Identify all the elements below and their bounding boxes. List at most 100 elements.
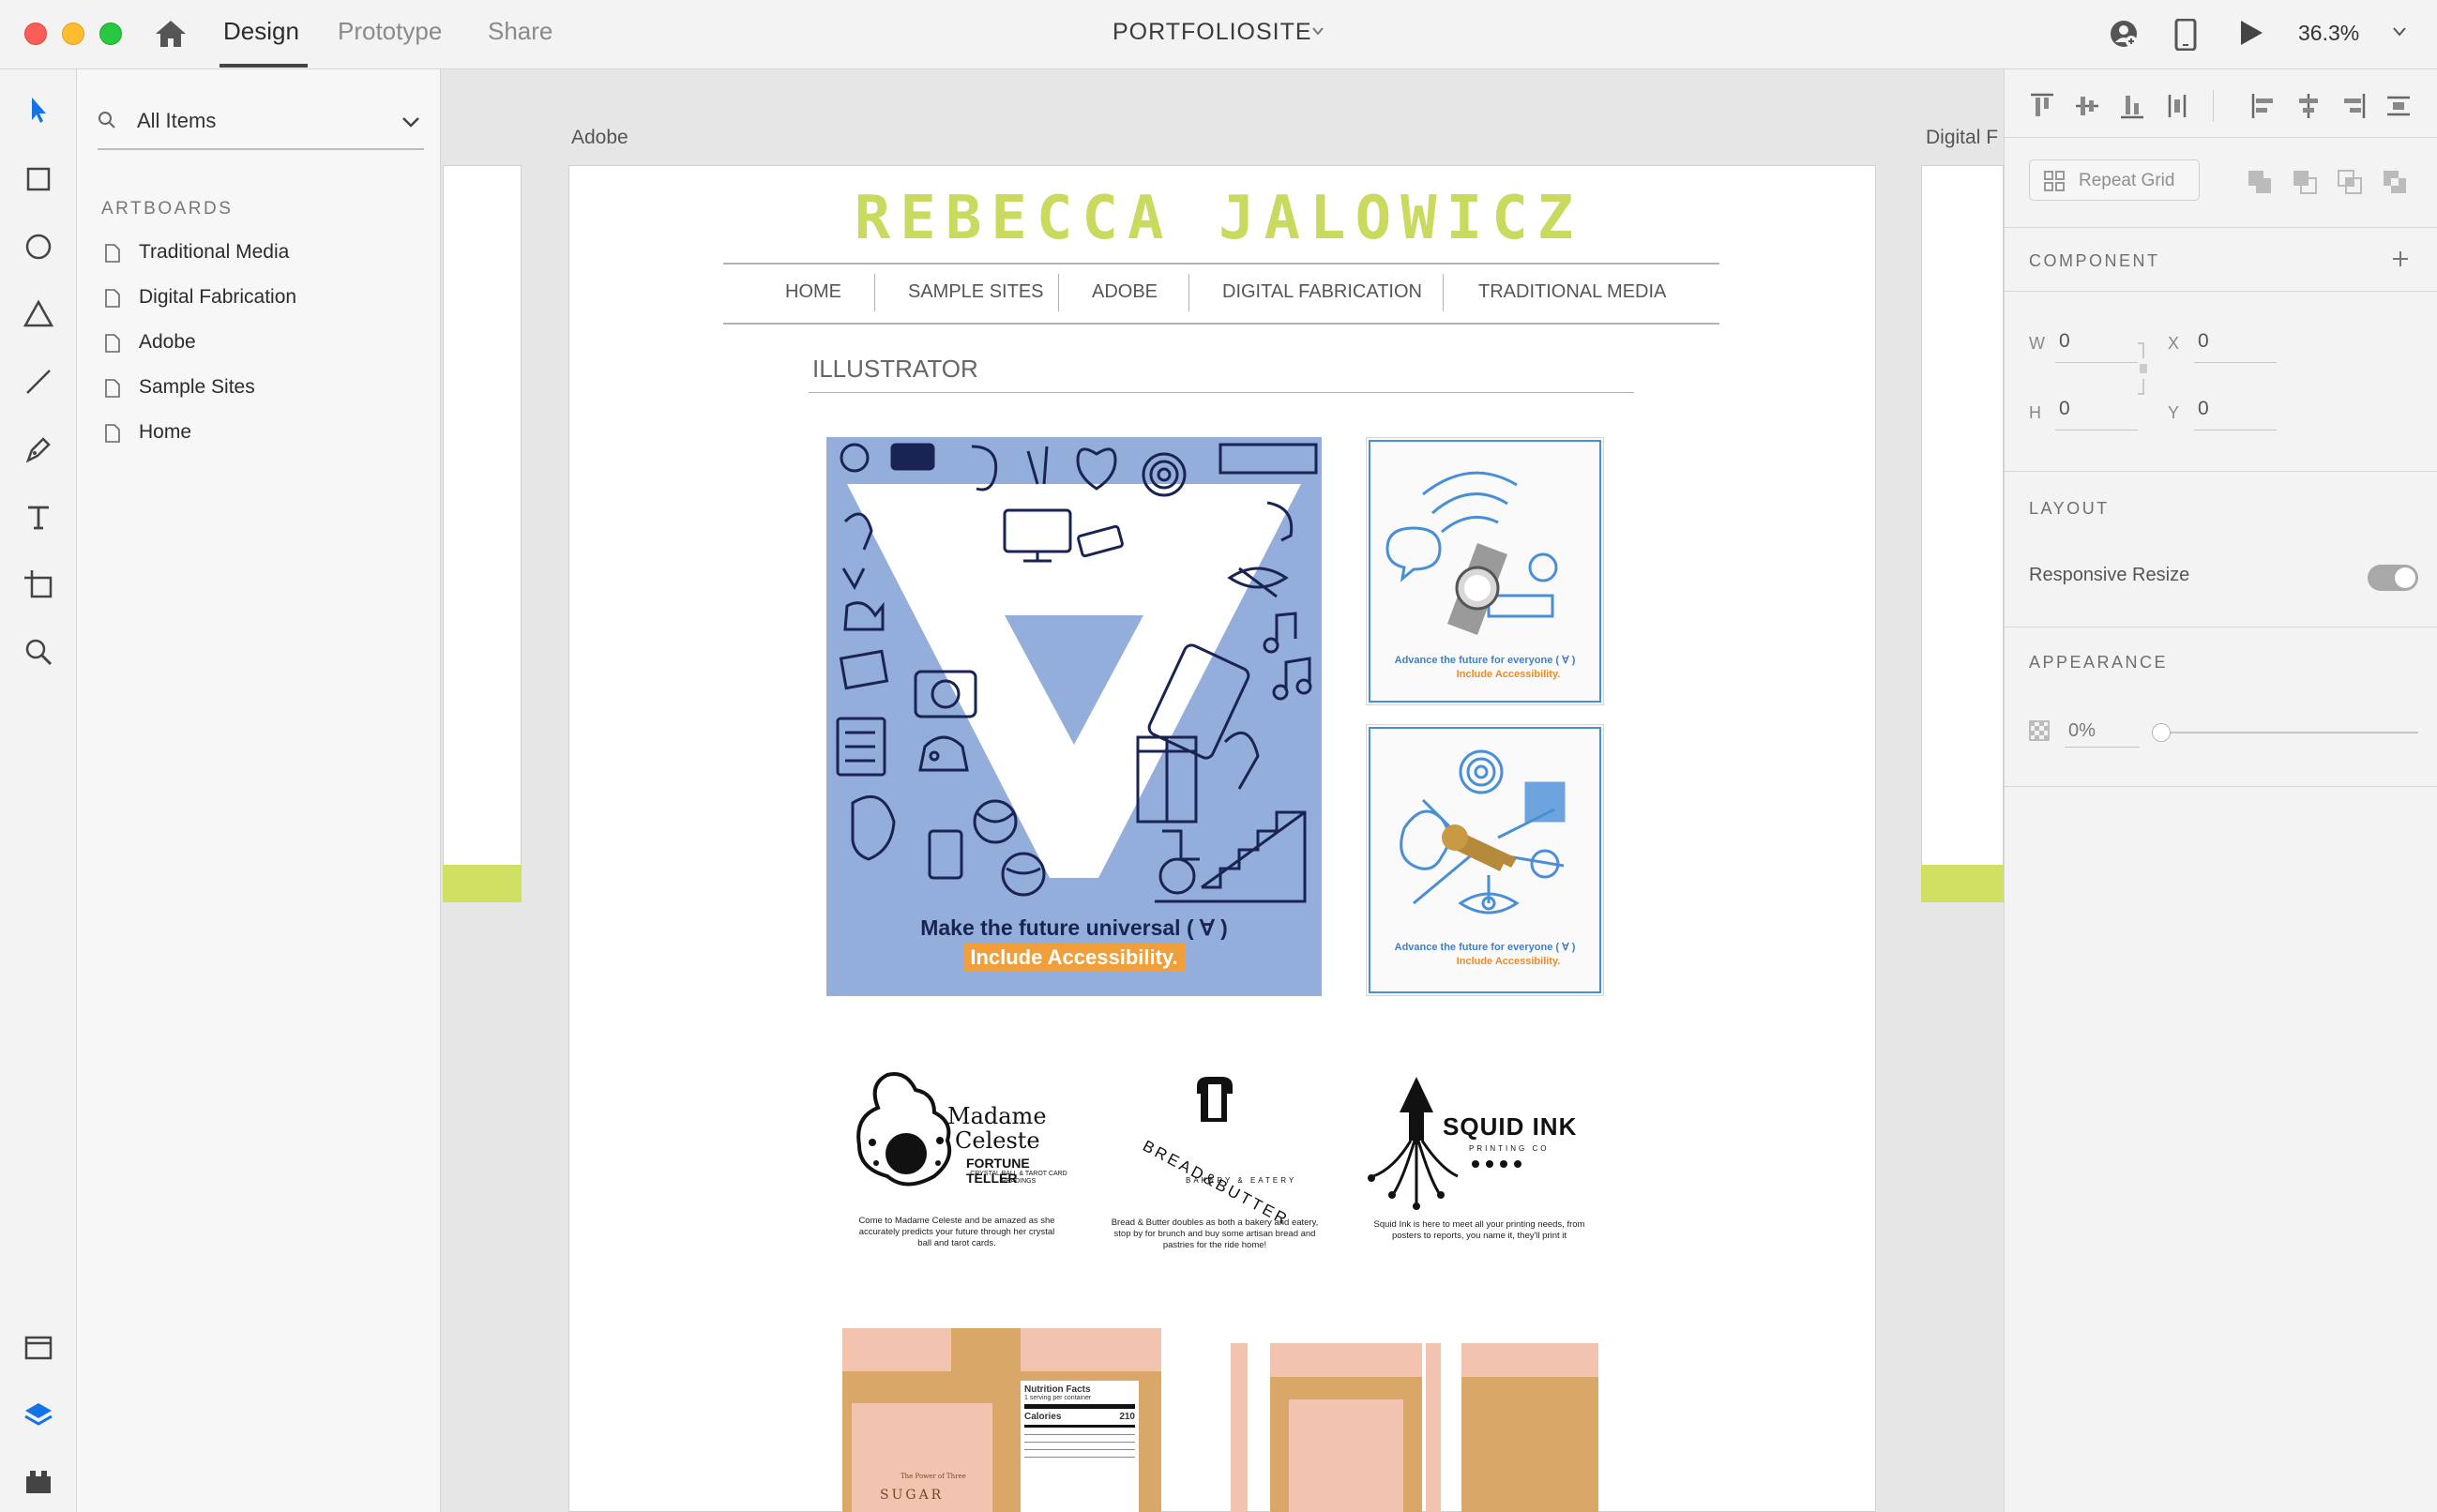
artboard-left-partial[interactable] — [443, 165, 522, 902]
opacity-slider-track[interactable] — [2154, 732, 2418, 733]
share-user-icon[interactable] — [2109, 19, 2139, 49]
small-poster-caption-line2: Include Accessibility. — [1456, 956, 1561, 967]
boolean-intersect-icon[interactable] — [2337, 169, 2363, 195]
responsive-resize-toggle[interactable] — [2368, 565, 2418, 591]
align-middle-icon[interactable] — [2074, 92, 2100, 120]
assets-panel-icon[interactable] — [21, 1330, 56, 1366]
text-tool-icon[interactable] — [21, 499, 56, 535]
pen-tool-icon[interactable] — [21, 431, 56, 467]
opacity-field[interactable]: 0% — [2068, 720, 2096, 742]
zoom-chevron-icon[interactable] — [2392, 26, 2407, 38]
line-tool-icon[interactable] — [21, 364, 56, 400]
nav-bottom-rule — [723, 323, 1719, 325]
poster-caption-line2: Include Accessibility. — [963, 944, 1185, 972]
tab-prototype[interactable]: Prototype — [338, 17, 442, 46]
layers-panel-icon[interactable] — [21, 1398, 56, 1433]
search-filter-input[interactable]: All Items — [137, 109, 216, 133]
plugins-icon[interactable] — [21, 1465, 56, 1501]
home-icon[interactable] — [154, 19, 188, 49]
nav-digital-fabrication[interactable]: DIGITAL FABRICATION — [1222, 281, 1422, 303]
layout-heading: LAYOUT — [2029, 499, 2110, 518]
y-field-underline — [2194, 430, 2277, 431]
tab-share[interactable]: Share — [488, 17, 552, 46]
active-tab-indicator — [219, 64, 308, 68]
x-field-underline — [2194, 362, 2277, 363]
artboard-tool-icon[interactable] — [21, 567, 56, 602]
align-left-icon[interactable] — [2250, 92, 2277, 120]
align-divider — [2213, 90, 2214, 122]
filter-chevron-down-icon[interactable] — [401, 116, 420, 128]
artboard-label-adobe[interactable]: Adobe — [571, 127, 628, 149]
x-label: X — [2168, 334, 2180, 353]
artboard-item-label: Sample Sites — [139, 376, 255, 398]
bag-front-dieline[interactable] — [1270, 1343, 1422, 1512]
align-bottom-icon[interactable] — [2119, 92, 2145, 120]
nav-top-rule — [723, 263, 1719, 265]
x-field[interactable]: 0 — [2198, 330, 2209, 353]
artboard-page-icon — [105, 289, 120, 308]
artboard-right-partial[interactable] — [1921, 165, 2004, 902]
lock-aspect-icon[interactable] — [2136, 341, 2147, 396]
box-subtitle: The Power of Three — [901, 1473, 966, 1480]
y-field[interactable]: 0 — [2198, 398, 2209, 420]
boolean-exclude-icon[interactable] — [2382, 169, 2408, 195]
align-top-icon[interactable] — [2029, 92, 2055, 120]
bag-back-dieline[interactable] — [1461, 1343, 1598, 1512]
artboard-item-adobe[interactable]: Adobe — [105, 328, 415, 358]
watch-artwork — [1385, 471, 1558, 635]
width-field[interactable]: 0 — [2059, 330, 2070, 353]
panel-separator — [2005, 471, 2437, 472]
artboard-item-label: Adobe — [139, 331, 196, 353]
opacity-slider-handle[interactable] — [2152, 723, 2171, 742]
device-preview-icon[interactable] — [2174, 19, 2197, 51]
logo-madame-celeste[interactable]: Madame Celeste FORTUNE TELLER CRYSTAL BA… — [850, 1066, 1082, 1253]
artboard-item-home[interactable]: Home — [105, 418, 415, 448]
play-preview-icon[interactable] — [2238, 19, 2264, 47]
zoom-level[interactable]: 36.3% — [2298, 21, 2359, 46]
polygon-tool-icon[interactable] — [21, 296, 56, 332]
nav-traditional-media[interactable]: TRADITIONAL MEDIA — [1478, 281, 1666, 303]
document-title[interactable]: PORTFOLIOSITE — [1113, 19, 1312, 46]
artboard-label-digital[interactable]: Digital F — [1926, 127, 1998, 149]
minimize-window-button[interactable] — [62, 23, 84, 45]
align-center-icon[interactable] — [2295, 92, 2322, 120]
nav-home[interactable]: HOME — [785, 281, 841, 303]
distribute-horizontal-icon[interactable] — [2385, 92, 2412, 120]
nav-adobe[interactable]: ADOBE — [1092, 281, 1158, 303]
nav-sample-sites[interactable]: SAMPLE SITES — [908, 281, 1044, 303]
zoom-tool-icon[interactable] — [21, 634, 56, 670]
section-title-illustrator: ILLUSTRATOR — [812, 355, 978, 383]
height-field-underline — [2055, 430, 2138, 431]
y-label: Y — [2168, 403, 2180, 422]
opacity-field-underline — [2065, 747, 2140, 748]
madame-celeste-title-line2: Celeste — [955, 1127, 1040, 1154]
add-component-icon[interactable] — [2391, 249, 2410, 268]
bread-slice-icon — [1197, 1077, 1233, 1122]
boolean-add-icon[interactable] — [2247, 169, 2273, 195]
select-tool-icon[interactable] — [21, 92, 56, 128]
artboard-footer-strip — [1921, 865, 2004, 902]
align-right-icon[interactable] — [2340, 92, 2367, 120]
boolean-subtract-icon[interactable] — [2292, 169, 2318, 195]
nav-divider — [1188, 274, 1189, 311]
panel-separator — [2005, 137, 2437, 138]
distribute-vertical-icon[interactable] — [2164, 92, 2190, 120]
small-poster-watch[interactable]: Advance the future for everyone ( ∀ ) In… — [1366, 437, 1604, 705]
height-field[interactable]: 0 — [2059, 398, 2070, 420]
logo-squid-ink[interactable]: SQUID INK PRINTING CO Squid Ink is here … — [1356, 1075, 1600, 1263]
toggle-knob — [2395, 567, 2415, 588]
artboard-item-digital-fabrication[interactable]: Digital Fabrication — [105, 283, 415, 313]
accessibility-poster[interactable]: Make the future universal ( ∀ ) Include … — [826, 437, 1322, 996]
chevron-down-icon[interactable] — [1311, 24, 1324, 38]
artboard-item-label: Home — [139, 421, 192, 443]
tab-design[interactable]: Design — [223, 17, 299, 46]
sugar-box-dieline[interactable]: SUGAR The Power of Three Nutrition Facts… — [842, 1328, 1161, 1512]
repeat-grid-button[interactable]: Repeat Grid — [2029, 159, 2200, 201]
bread-butter-caption: Bread & Butter doubles as both a bakery … — [1111, 1217, 1319, 1250]
logo-bread-and-butter[interactable]: BREAD&BUTTER BAKERY & EATERY Bread & But… — [1103, 1075, 1328, 1263]
bread-butter-subtitle: BAKERY & EATERY — [1186, 1176, 1297, 1185]
small-poster-key[interactable]: Advance the future for everyone ( ∀ ) In… — [1366, 724, 1604, 996]
zoom-window-button[interactable] — [99, 23, 122, 45]
artboard-item-sample-sites[interactable]: Sample Sites — [105, 373, 415, 403]
close-window-button[interactable] — [24, 23, 47, 45]
